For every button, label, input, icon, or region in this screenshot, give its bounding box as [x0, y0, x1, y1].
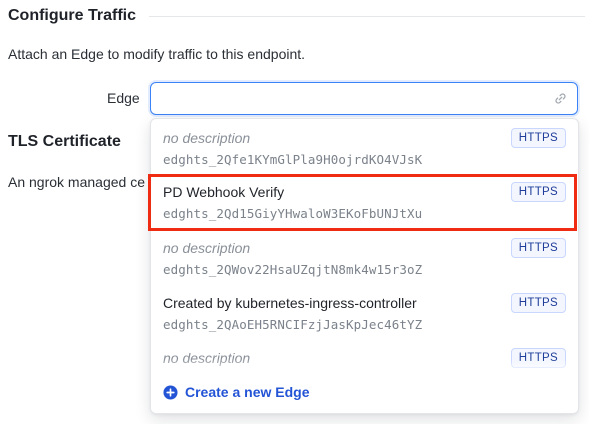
edge-option[interactable]: PD Webhook Verify edghts_2Qd15GiyYHwaloW… [151, 173, 578, 227]
plus-circle-icon [163, 385, 178, 400]
link-icon [555, 93, 566, 104]
edge-option-name: Created by kubernetes-ingress-controller [163, 295, 417, 311]
edge-option[interactable]: Created by kubernetes-ingress-controller… [151, 284, 578, 338]
edge-option[interactable]: no description edghts_2Qfe1KYmGlPla9H0oj… [151, 119, 578, 173]
page: Configure Traffic Attach an Edge to modi… [0, 0, 589, 424]
tls-certificate-title: TLS Certificate [8, 133, 121, 150]
edge-option-id: edghts_2QWov22HsaUZqjtN8mk4w15r3oZ [163, 262, 423, 277]
edge-option-id: edghts_2Qd15GiyYHwaloW3EKoFbUNJtXu [163, 206, 423, 221]
protocol-badge: HTTPS [510, 293, 566, 313]
edge-select-input[interactable] [150, 82, 578, 115]
edge-dropdown: no description edghts_2Qfe1KYmGlPla9H0oj… [150, 118, 579, 414]
edge-option-name: no description [163, 130, 251, 146]
edge-field-label: Edge [107, 90, 140, 106]
edge-option[interactable]: no description edghts_2QWov22HsaUZqjtN8m… [151, 229, 578, 283]
edge-option-id: edghts_2QAoEH5RNCIFzjJasKpJec46tYZ [163, 317, 423, 332]
tls-certificate-description: An ngrok managed ce [8, 174, 145, 190]
protocol-badge: HTTPS [510, 182, 566, 202]
protocol-badge: HTTPS [510, 128, 566, 148]
section-divider [149, 16, 585, 17]
edge-search-input[interactable] [151, 83, 541, 114]
protocol-badge: HTTPS [510, 238, 566, 258]
edge-option-name: PD Webhook Verify [163, 184, 285, 200]
create-edge-label: Create a new Edge [185, 384, 310, 400]
configure-traffic-title: Configure Traffic [8, 7, 137, 24]
edge-option-name: no description [163, 240, 251, 256]
create-edge-button[interactable]: Create a new Edge [151, 373, 578, 413]
configure-traffic-description: Attach an Edge to modify traffic to this… [8, 46, 306, 62]
scroll-fade [151, 359, 578, 373]
edge-option-id: edghts_2Qfe1KYmGlPla9H0ojrdKO4VJsK [163, 152, 423, 167]
